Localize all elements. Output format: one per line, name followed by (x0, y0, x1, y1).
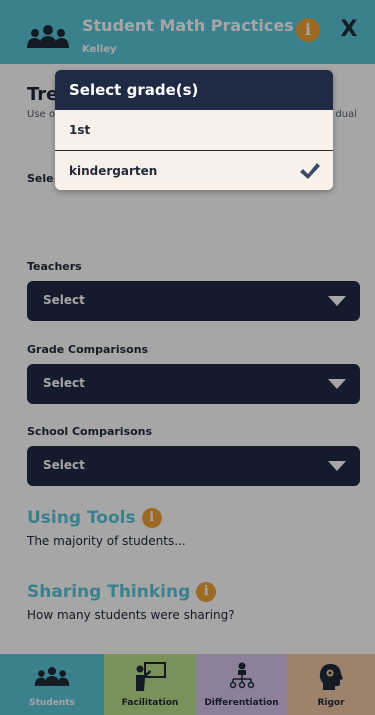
grade-option-label: kindergarten (69, 164, 158, 178)
grade-modal-title: Select grade(s) (55, 70, 333, 110)
grade-option-kindergarten[interactable]: kindergarten (55, 150, 333, 190)
checkmark-icon (300, 163, 320, 179)
grade-option-label: 1st (69, 123, 91, 137)
grade-select-modal: Select grade(s) 1st kindergarten (55, 70, 333, 190)
grade-option-1st[interactable]: 1st (55, 110, 333, 150)
